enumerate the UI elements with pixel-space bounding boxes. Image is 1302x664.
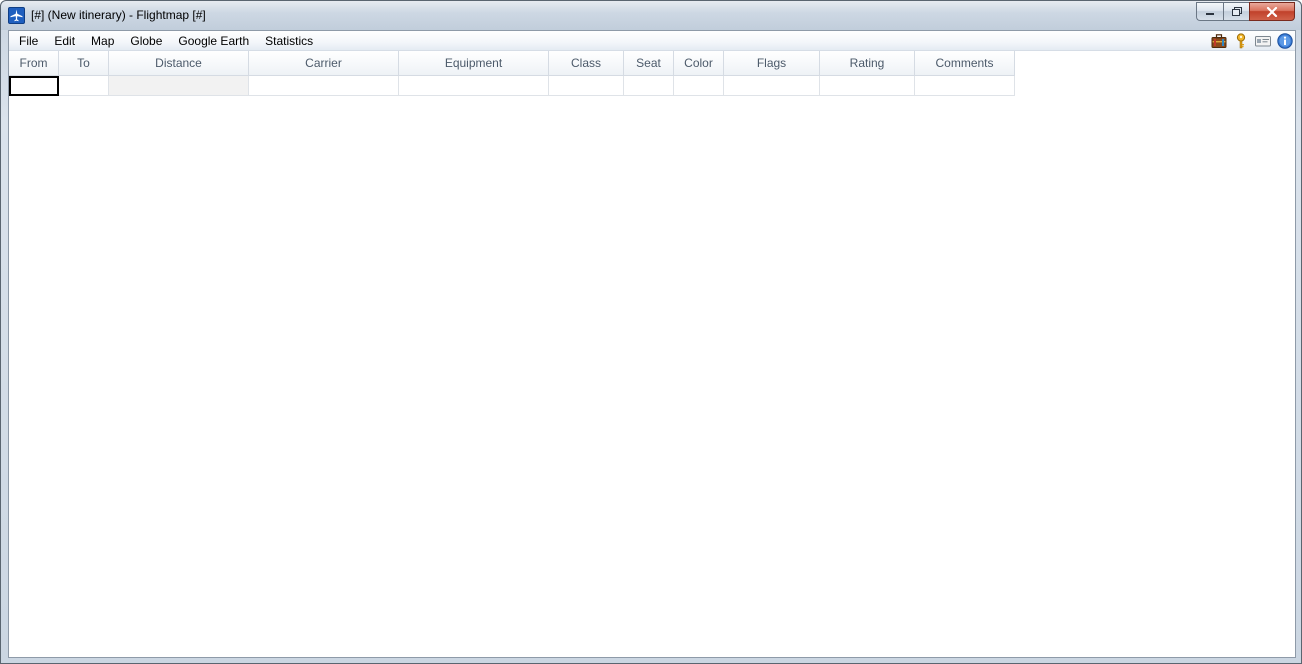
- column-header-equipment[interactable]: Equipment: [399, 51, 549, 76]
- column-header-carrier[interactable]: Carrier: [249, 51, 399, 76]
- cell-seat[interactable]: [624, 76, 674, 96]
- cell-distance[interactable]: [109, 76, 249, 96]
- column-header-color[interactable]: Color: [674, 51, 724, 76]
- column-header-flags[interactable]: Flags: [724, 51, 820, 76]
- restore-icon: [1231, 7, 1242, 16]
- cell-from[interactable]: [9, 76, 59, 96]
- menu-globe[interactable]: Globe: [122, 31, 170, 51]
- table-row[interactable]: [9, 76, 1015, 96]
- window-title: [#] (New itinerary) - Flightmap [#]: [31, 8, 206, 22]
- toolbar: [1210, 32, 1293, 50]
- column-header-comments[interactable]: Comments: [915, 51, 1015, 76]
- cell-flags[interactable]: [724, 76, 820, 96]
- caption-buttons: [1196, 2, 1295, 21]
- minimize-button[interactable]: [1196, 2, 1223, 21]
- menu-statistics[interactable]: Statistics: [257, 31, 321, 51]
- menu-edit[interactable]: Edit: [46, 31, 83, 51]
- suitcase-icon[interactable]: [1210, 33, 1227, 50]
- grid-body: [9, 76, 1015, 96]
- cell-color[interactable]: [674, 76, 724, 96]
- menu-file[interactable]: File: [11, 31, 46, 51]
- card-icon[interactable]: [1254, 33, 1271, 50]
- column-header-to[interactable]: To: [59, 51, 109, 76]
- cell-equipment[interactable]: [399, 76, 549, 96]
- column-header-from[interactable]: From: [9, 51, 59, 76]
- maximize-button[interactable]: [1223, 2, 1249, 21]
- key-icon[interactable]: [1232, 33, 1249, 50]
- cell-to[interactable]: [59, 76, 109, 96]
- column-header-class[interactable]: Class: [549, 51, 624, 76]
- menu-map[interactable]: Map: [83, 31, 122, 51]
- close-button[interactable]: [1249, 2, 1295, 21]
- grid-header: From To Distance Carrier Equipment Class Seat C…: [9, 51, 1015, 76]
- info-icon[interactable]: [1276, 33, 1293, 50]
- column-header-seat[interactable]: Seat: [624, 51, 674, 76]
- column-header-distance[interactable]: Distance: [109, 51, 249, 76]
- airplane-icon[interactable]: [8, 7, 25, 24]
- close-icon: [1266, 6, 1278, 17]
- cell-carrier[interactable]: [249, 76, 399, 96]
- app-window: [#] (New itinerary) - Flightmap [#] File…: [0, 0, 1302, 664]
- client-area: File Edit Map Globe Google Earth Statistics: [8, 30, 1296, 658]
- cell-comments[interactable]: [915, 76, 1015, 96]
- minimize-icon: [1206, 12, 1214, 15]
- cell-rating[interactable]: [820, 76, 915, 96]
- title-bar[interactable]: [#] (New itinerary) - Flightmap [#]: [1, 1, 1301, 30]
- menu-bar: File Edit Map Globe Google Earth Statistics: [9, 31, 1295, 51]
- menu-google-earth[interactable]: Google Earth: [170, 31, 257, 51]
- flights-grid: From To Distance Carrier Equipment Class Seat C…: [9, 51, 1015, 96]
- cell-class[interactable]: [549, 76, 624, 96]
- main-menu: File Edit Map Globe Google Earth Statistics: [11, 31, 321, 51]
- column-header-rating[interactable]: Rating: [820, 51, 915, 76]
